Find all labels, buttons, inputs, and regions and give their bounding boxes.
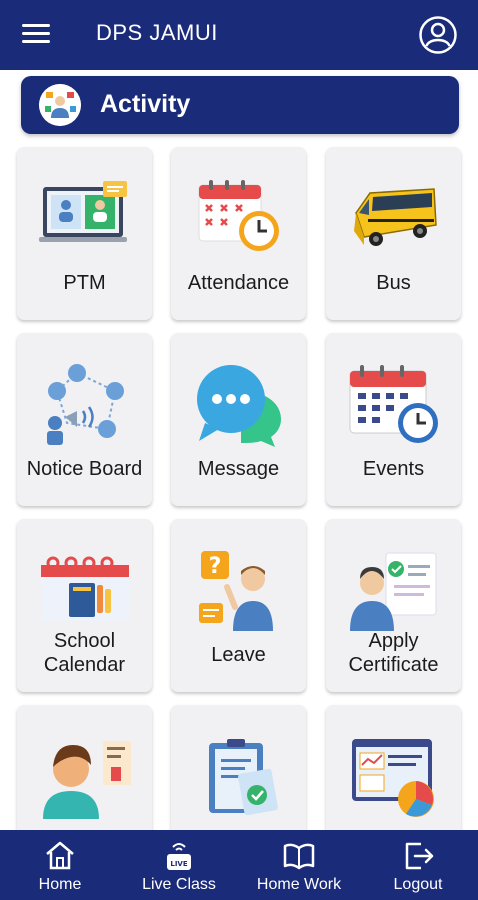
book-icon: [283, 843, 315, 870]
tile-ptm[interactable]: PTM: [17, 147, 152, 320]
tile-leave[interactable]: ? Leave: [171, 519, 306, 692]
tile-label: Notice Board: [26, 458, 143, 480]
tile-label: Apply Certificate: [328, 629, 459, 677]
tile-label: Message: [197, 458, 280, 480]
school-calendar-icon: [41, 556, 129, 621]
logout-icon: [405, 842, 434, 870]
nav-logout[interactable]: Logout: [358, 830, 478, 900]
leave-icon: ?: [199, 551, 273, 631]
activity-avatar-icon: [39, 84, 81, 126]
tile-label: Bus: [376, 272, 411, 294]
tile-apply-certificate[interactable]: Apply Certificate: [326, 519, 461, 692]
tile-message[interactable]: Message: [171, 333, 306, 506]
bottom-navigation: Home LIVE Live Class Home Work Logout: [0, 830, 478, 900]
message-icon: [197, 365, 281, 447]
tile-label-line1: School: [53, 630, 116, 652]
tile-label-line1: Apply: [368, 630, 419, 652]
tile-label: PTM: [63, 272, 106, 294]
student-profile-icon: [43, 741, 131, 819]
nav-label: Home: [38, 876, 82, 893]
activity-header: Activity: [21, 76, 459, 134]
tile-bus[interactable]: Bus: [326, 147, 461, 320]
notice-board-icon: [47, 364, 124, 445]
tile-label: School Calendar: [19, 629, 150, 677]
nav-live-class[interactable]: LIVE Live Class: [119, 830, 239, 900]
tile-analytics[interactable]: [326, 705, 461, 830]
tile-label-line2: Certificate: [348, 654, 439, 676]
nav-label: Live Class: [142, 876, 216, 893]
bus-icon: [354, 188, 437, 246]
tile-label-line2: Calendar: [43, 654, 126, 676]
nav-label: Home Work: [256, 876, 342, 893]
tile-report[interactable]: [171, 705, 306, 830]
events-icon: [349, 365, 438, 443]
nav-label: Logout: [393, 876, 443, 893]
svg-text:LIVE: LIVE: [170, 860, 187, 868]
certificate-icon: [350, 552, 437, 631]
tile-label: Leave: [211, 644, 266, 666]
tile-label: Attendance: [187, 272, 290, 294]
tile-events[interactable]: Events: [326, 333, 461, 506]
ptm-icon: [39, 181, 127, 242]
report-icon: [209, 739, 278, 816]
nav-home[interactable]: Home: [0, 830, 120, 900]
tile-student-profile[interactable]: [17, 705, 152, 830]
svg-text:?: ?: [209, 554, 222, 579]
tile-notice-board[interactable]: Notice Board: [17, 333, 152, 506]
nav-home-work[interactable]: Home Work: [239, 830, 359, 900]
live-class-icon: LIVE: [167, 843, 191, 870]
section-title: Activity: [100, 90, 191, 118]
attendance-icon: [198, 180, 279, 251]
analytics-icon: [352, 739, 434, 817]
tile-label: Events: [362, 458, 425, 480]
tile-attendance[interactable]: Attendance: [171, 147, 306, 320]
home-icon: [46, 841, 74, 870]
tile-school-calendar[interactable]: School Calendar: [17, 519, 152, 692]
